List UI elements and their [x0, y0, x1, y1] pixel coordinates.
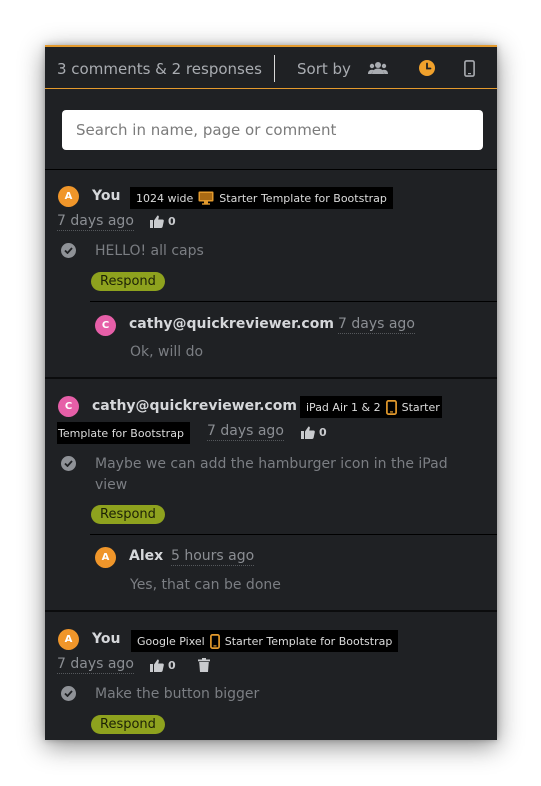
page-size: Google Pixel	[137, 634, 205, 648]
comment-text: Make the button bigger	[95, 686, 260, 702]
thread-divider	[45, 377, 497, 379]
trash-icon[interactable]	[198, 657, 210, 676]
avatar: A	[58, 186, 79, 207]
reply-timestamp: 5 hours ago	[171, 548, 255, 566]
like-count: 0	[319, 426, 327, 439]
like-button[interactable]: 0	[150, 659, 176, 672]
page-size: 1024 wide	[136, 191, 194, 205]
desktop-icon	[198, 191, 214, 205]
avatar: C	[95, 315, 116, 336]
page-title-part: Starter	[401, 400, 440, 414]
users-icon[interactable]	[368, 59, 388, 77]
comment-text: Maybe we can add the hamburger icon in t…	[95, 456, 448, 472]
respond-button[interactable]: Respond	[91, 505, 165, 524]
reply-timestamp: 7 days ago	[338, 316, 415, 334]
thread-divider	[45, 610, 497, 612]
phone-icon	[209, 633, 220, 649]
comment-timestamp: 7 days ago	[57, 656, 134, 674]
reply-divider	[90, 301, 497, 302]
comments-header: 3 comments & 2 responses Sort by	[45, 45, 497, 89]
reply-text: Yes, that can be done	[130, 577, 281, 593]
sort-by-label: Sort by	[297, 60, 351, 78]
like-count: 0	[168, 659, 176, 672]
page-title-part: Template for Bootstrap	[58, 426, 184, 440]
like-button[interactable]: 0	[150, 215, 176, 228]
clock-icon[interactable]	[417, 59, 437, 77]
avatar: A	[95, 547, 116, 568]
page-title: Starter Template for Bootstrap	[219, 191, 387, 205]
like-button[interactable]: 0	[301, 426, 327, 439]
comment-timestamp: 7 days ago	[57, 213, 134, 231]
resolve-check-icon[interactable]	[61, 243, 76, 258]
thumbs-up-icon	[150, 215, 164, 228]
page-tag[interactable]: Google Pixel Starter Template for Bootst…	[131, 630, 399, 652]
comment-author[interactable]: cathy@quickreviewer.com	[92, 398, 297, 414]
comment-text: HELLO! all caps	[95, 243, 204, 259]
comment-author[interactable]: You	[92, 188, 120, 204]
comment-author[interactable]: You	[92, 631, 120, 647]
page-size: iPad Air 1 & 2	[306, 400, 381, 414]
comment-count: 3 comments & 2 responses	[57, 60, 262, 78]
comment-timestamp: 7 days ago	[207, 423, 284, 441]
resolve-check-icon[interactable]	[61, 456, 76, 471]
page-tag[interactable]: iPad Air 1 & 2 Starter	[300, 396, 442, 418]
reply-author[interactable]: cathy@quickreviewer.com	[129, 316, 334, 332]
page-tag[interactable]: 1024 wide Starter Template for Bootstrap	[130, 187, 393, 209]
search-input[interactable]	[62, 110, 483, 150]
avatar: A	[58, 629, 79, 650]
like-count: 0	[168, 215, 176, 228]
header-divider	[274, 55, 275, 82]
respond-button[interactable]: Respond	[91, 715, 165, 734]
search-bar	[45, 90, 497, 170]
avatar: C	[58, 396, 79, 417]
comment-text: view	[95, 477, 128, 493]
resolve-check-icon[interactable]	[61, 686, 76, 701]
reply-author[interactable]: Alex	[129, 548, 163, 564]
reply-divider	[90, 534, 497, 535]
mobile-icon[interactable]	[459, 59, 479, 77]
reply-text: Ok, will do	[130, 344, 204, 360]
page-tag-continued[interactable]: Template for Bootstrap	[57, 422, 190, 444]
thumbs-up-icon	[301, 426, 315, 439]
page-title: Starter Template for Bootstrap	[224, 634, 393, 648]
tablet-icon	[385, 399, 397, 415]
thumbs-up-icon	[150, 659, 164, 672]
respond-button[interactable]: Respond	[91, 272, 165, 291]
comments-panel: 3 comments & 2 responses Sort by A You 1…	[45, 45, 497, 740]
